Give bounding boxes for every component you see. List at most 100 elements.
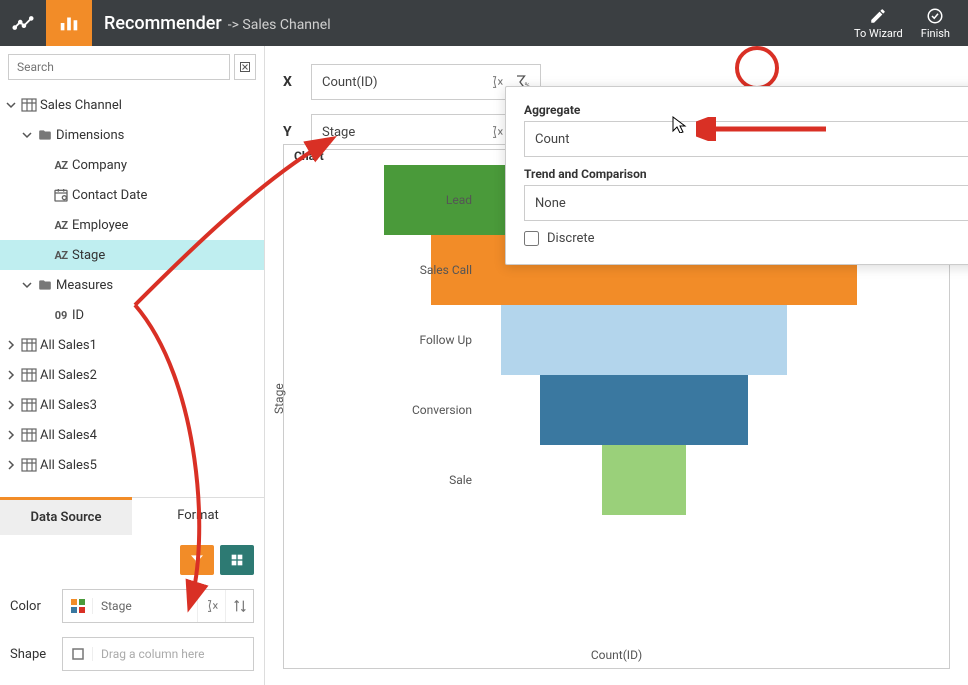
tree-table-all-sales5[interactable]: All Sales5 <box>0 450 264 480</box>
tree-label: ID <box>72 308 84 323</box>
data-tree: Sales Channel Dimensions AZ Company Cont… <box>0 86 264 497</box>
text-type-icon: AZ <box>50 249 72 262</box>
tab-data-source[interactable]: Data Source <box>0 497 132 535</box>
text-type-icon: AZ <box>50 219 72 232</box>
folder-icon <box>34 278 56 292</box>
app-header: Recommender -> Sales Channel To Wizard F… <box>0 0 968 46</box>
tree-table-all-sales2[interactable]: All Sales2 <box>0 360 264 390</box>
finish-button[interactable]: Finish <box>921 7 950 40</box>
tree-label: Employee <box>72 218 128 233</box>
table-icon <box>18 398 40 412</box>
tree-label: Measures <box>56 278 113 293</box>
table-icon <box>18 368 40 382</box>
caret-right-icon <box>4 370 18 380</box>
caret-right-icon <box>4 460 18 470</box>
trend-select[interactable]: None <box>524 185 968 221</box>
shape-drop-zone[interactable]: Drag a column here <box>62 637 254 671</box>
discrete-label: Discrete <box>547 231 595 246</box>
shape-icon <box>63 647 93 661</box>
funnel-segment <box>501 305 787 375</box>
discrete-checkbox[interactable] <box>524 231 539 246</box>
bottom-tabs: Data Source Format <box>0 497 264 535</box>
tree-label: Stage <box>72 248 105 263</box>
number-type-icon: 09 <box>50 309 72 322</box>
trend-label: Trend and Comparison <box>524 167 968 181</box>
left-panel: Sales Channel Dimensions AZ Company Cont… <box>0 46 265 685</box>
tab-format[interactable]: Format <box>132 498 264 535</box>
chart-y-label: Stage <box>272 383 286 414</box>
tree-table-all-sales4[interactable]: All Sales4 <box>0 420 264 450</box>
tree-item-employee[interactable]: AZ Employee <box>0 210 264 240</box>
palette-icon <box>63 598 93 614</box>
tree-item-contact-date[interactable]: Contact Date <box>0 180 264 210</box>
aggregate-label: Aggregate <box>524 103 968 117</box>
to-wizard-label: To Wizard <box>854 27 903 40</box>
page-subtitle: -> Sales Channel <box>228 17 331 33</box>
funnel-category-label: Conversion <box>390 403 472 417</box>
funnel-segment <box>602 445 685 515</box>
funnel-segment <box>540 375 748 445</box>
color-value: Stage <box>93 599 197 613</box>
table-icon <box>18 458 40 472</box>
tree-root-sales-channel[interactable]: Sales Channel <box>0 90 264 120</box>
filter-button[interactable] <box>180 545 214 575</box>
tree-label: Company <box>72 158 127 173</box>
data-button[interactable] <box>220 545 254 575</box>
tree-label: Dimensions <box>56 128 124 143</box>
search-clear-button[interactable] <box>234 54 256 80</box>
y-axis-label: Y <box>283 124 299 140</box>
caret-down-icon <box>20 130 34 140</box>
color-field-label: Color <box>10 599 52 614</box>
tree-label: All Sales2 <box>40 368 97 383</box>
aggregate-value: Count <box>535 132 569 147</box>
folder-icon <box>34 128 56 142</box>
aggregate-popover: Aggregate Count Trend and Comparison Non… <box>505 86 968 265</box>
fx-button[interactable] <box>197 590 225 622</box>
shape-placeholder: Drag a column here <box>93 647 253 661</box>
caret-down-icon <box>20 280 34 290</box>
color-drop-zone[interactable]: Stage <box>62 589 254 623</box>
caret-down-icon <box>4 100 18 110</box>
discrete-checkbox-row[interactable]: Discrete <box>524 231 968 246</box>
funnel-category-label: Lead <box>390 193 472 207</box>
tree-label: All Sales3 <box>40 398 97 413</box>
tree-label: All Sales1 <box>40 338 97 353</box>
tree-item-stage[interactable]: AZ Stage <box>0 240 264 270</box>
sort-button[interactable] <box>225 590 253 622</box>
chart-type-button[interactable] <box>46 0 92 46</box>
aggregate-select[interactable]: Count <box>524 121 968 157</box>
caret-right-icon <box>4 340 18 350</box>
tree-measures[interactable]: Measures <box>0 270 264 300</box>
table-icon <box>18 98 40 112</box>
tree-table-all-sales3[interactable]: All Sales3 <box>0 390 264 420</box>
tree-dimensions[interactable]: Dimensions <box>0 120 264 150</box>
funnel-category-label: Sale <box>390 473 472 487</box>
caret-right-icon <box>4 430 18 440</box>
chart-area: X Count(ID) % Y Stage Aggregate Count <box>265 46 968 685</box>
tree-label: All Sales4 <box>40 428 97 443</box>
calendar-icon <box>50 187 72 203</box>
caret-right-icon <box>4 400 18 410</box>
x-axis-value: Count(ID) <box>322 75 484 90</box>
finish-label: Finish <box>921 27 950 40</box>
funnel-category-label: Sales Call <box>390 263 472 277</box>
text-type-icon: AZ <box>50 159 72 172</box>
table-icon <box>18 428 40 442</box>
page-title: Recommender <box>104 13 222 34</box>
funnel-category-label: Follow Up <box>390 333 472 347</box>
app-logo-button[interactable] <box>0 0 46 46</box>
tree-table-all-sales1[interactable]: All Sales1 <box>0 330 264 360</box>
tree-item-id[interactable]: 09 ID <box>0 300 264 330</box>
shape-field-label: Shape <box>10 647 52 662</box>
tree-label: Contact Date <box>72 188 147 203</box>
tree-label: All Sales5 <box>40 458 97 473</box>
tree-label: Sales Channel <box>40 98 122 113</box>
chart-x-label: Count(ID) <box>591 648 642 662</box>
x-axis-label: X <box>283 74 299 90</box>
tree-item-company[interactable]: AZ Company <box>0 150 264 180</box>
title-area: Recommender -> Sales Channel <box>92 13 854 34</box>
search-input[interactable] <box>8 54 230 80</box>
table-icon <box>18 338 40 352</box>
to-wizard-button[interactable]: To Wizard <box>854 7 903 40</box>
trend-value: None <box>535 196 566 211</box>
